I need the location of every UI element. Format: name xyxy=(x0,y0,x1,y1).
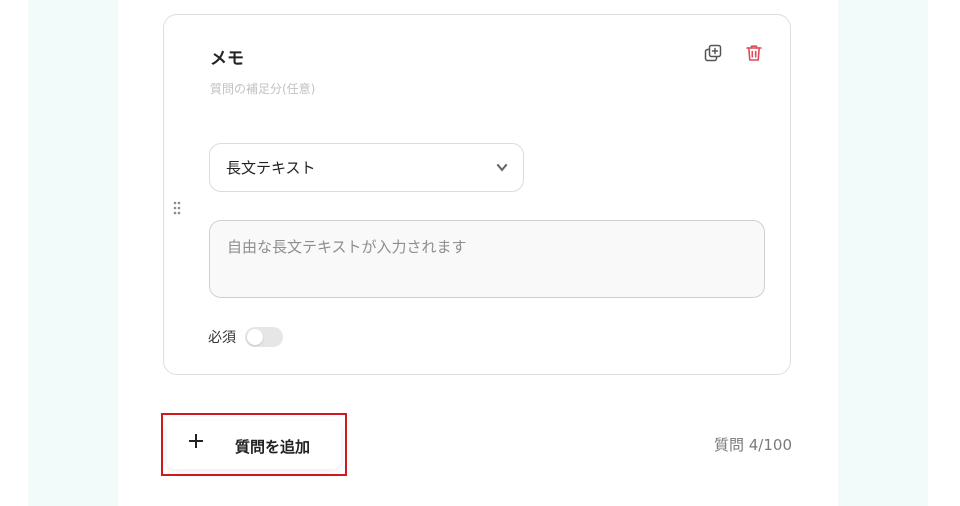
copy-icon xyxy=(704,44,722,62)
side-background-right xyxy=(838,0,928,506)
question-card xyxy=(163,14,791,375)
delete-question-button[interactable] xyxy=(743,42,765,64)
page: メモ 質問の補足分(任意) 長文テキスト 自由な長文テキストが入力されます 必須… xyxy=(0,0,960,506)
required-toggle[interactable] xyxy=(245,327,283,347)
trash-icon xyxy=(746,45,762,61)
side-background-left xyxy=(28,0,118,506)
question-description-field[interactable]: 質問の補足分(任意) xyxy=(210,80,315,97)
plus-icon xyxy=(189,434,203,448)
drag-handle-icon xyxy=(173,201,181,215)
question-count: 質問 4/100 xyxy=(714,436,792,454)
duplicate-question-button[interactable] xyxy=(702,42,724,64)
required-label: 必須 xyxy=(208,330,236,346)
question-type-select[interactable]: 長文テキスト xyxy=(209,143,524,192)
chevron-down-icon xyxy=(496,163,508,172)
drag-handle[interactable] xyxy=(171,200,183,216)
add-question-label: 質問を追加 xyxy=(235,438,311,456)
add-question-button-highlight[interactable]: 質問を追加 xyxy=(161,413,347,476)
long-text-answer-preview[interactable]: 自由な長文テキストが入力されます xyxy=(209,220,765,298)
answer-placeholder: 自由な長文テキストが入力されます xyxy=(227,238,467,256)
question-type-selected-value: 長文テキスト xyxy=(226,159,316,177)
question-title[interactable]: メモ xyxy=(210,44,244,69)
required-toggle-knob xyxy=(247,329,263,345)
